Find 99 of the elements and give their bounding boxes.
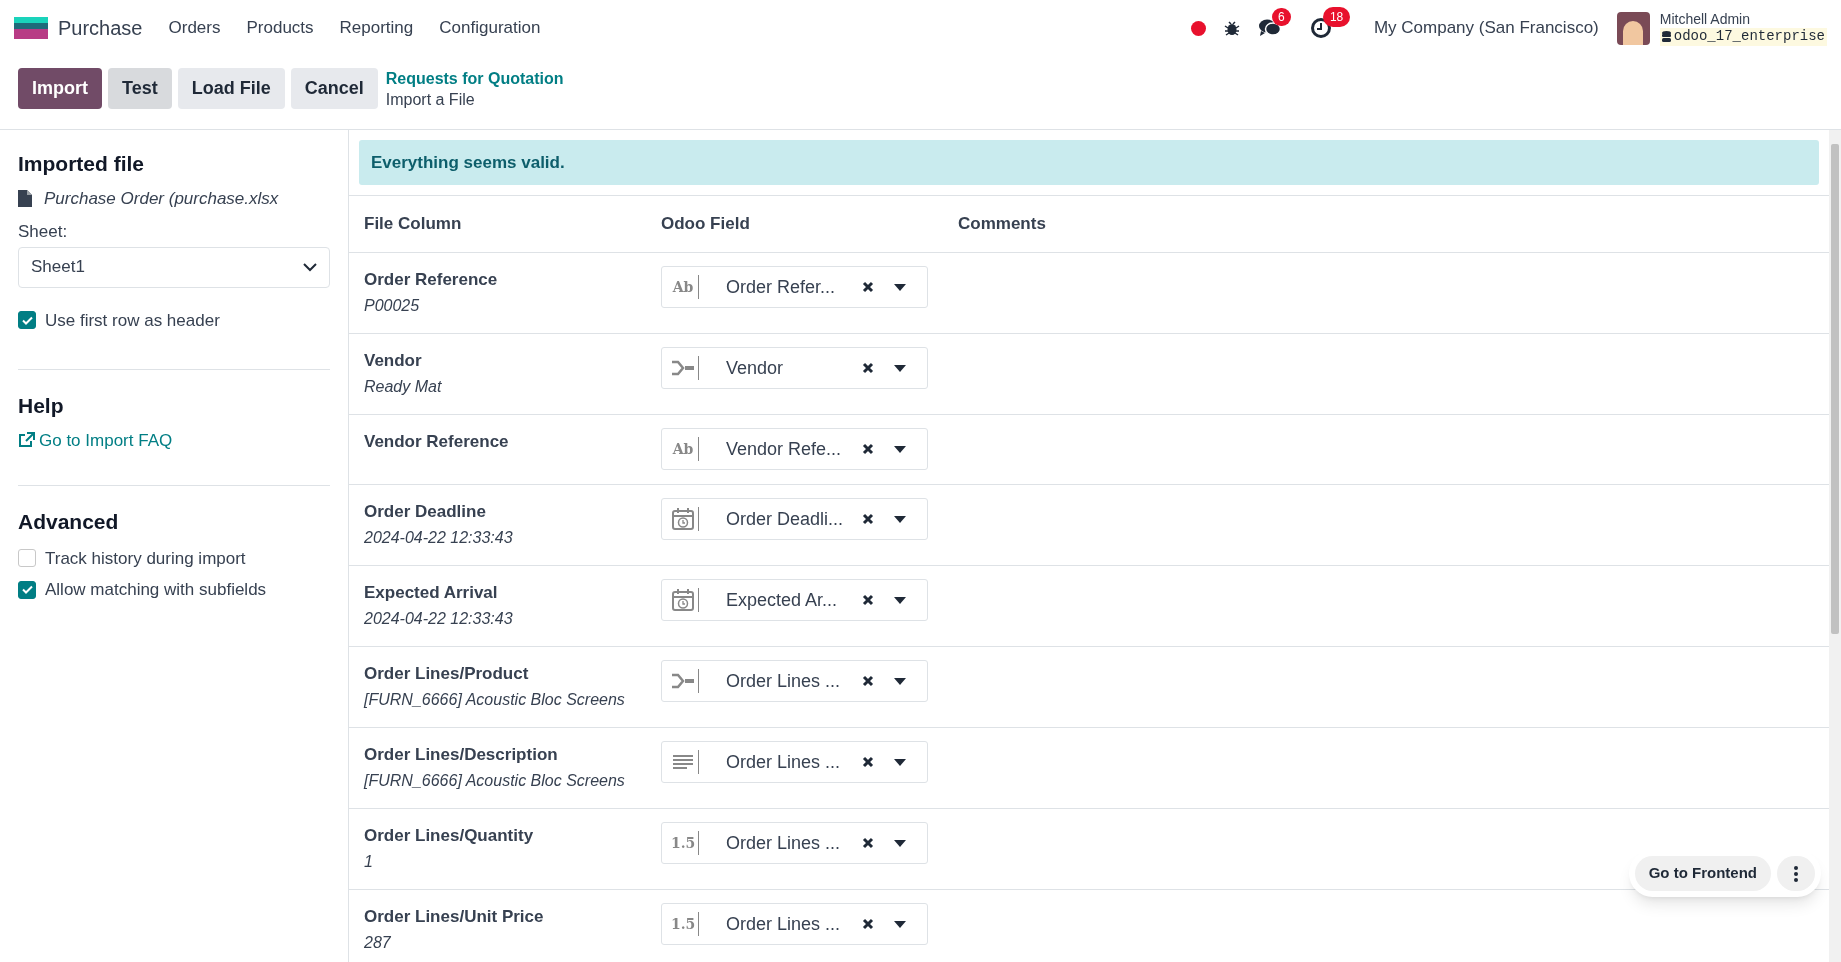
sample-value: 287 <box>364 933 392 953</box>
checkbox[interactable] <box>18 311 36 330</box>
bug-icon[interactable] <box>1223 20 1240 36</box>
field-type-label: Ab <box>671 277 695 297</box>
checkbox[interactable] <box>18 549 36 568</box>
odoo-field-select[interactable]: 1.5 Order Lines ... <box>661 822 928 864</box>
sample-value: 2024-04-22 12:33:43 <box>364 528 514 548</box>
database-icon <box>1661 31 1671 43</box>
file-column-name: Vendor Reference <box>364 431 510 453</box>
caret-icon[interactable] <box>894 758 906 766</box>
column-header: Comments <box>958 213 1046 236</box>
sample-value: Ready Mat <box>364 377 443 397</box>
user-name[interactable]: Mitchell Admin <box>1659 10 1827 28</box>
sample-value: 2024-04-22 12:33:43 <box>364 609 514 629</box>
clear-icon[interactable] <box>862 837 874 849</box>
success-alert: Everything seems valid. <box>359 140 1819 185</box>
action-button[interactable]: Load File <box>177 68 285 109</box>
clear-icon[interactable] <box>862 594 874 606</box>
database-name: odoo_17_enterprise <box>1673 28 1825 46</box>
file-column-name: Order Lines/Unit Price <box>364 906 545 928</box>
clear-icon[interactable] <box>862 918 874 930</box>
activity-count-badge: 18 <box>1322 7 1351 27</box>
odoo-field-select[interactable]: Order Lines ... <box>661 741 928 783</box>
clear-icon[interactable] <box>862 756 874 768</box>
clear-icon[interactable] <box>862 513 874 525</box>
clear-icon[interactable] <box>862 281 874 293</box>
file-icon <box>18 189 32 207</box>
odoo-field-select[interactable]: Expected Ar... <box>661 579 928 621</box>
sample-value: [FURN_6666] Acoustic Bloc Screens <box>364 771 626 791</box>
option-label[interactable]: Use first row as header <box>45 307 220 333</box>
field-type-label: 1.5 <box>671 914 695 934</box>
column-header: File Column <box>364 213 463 236</box>
breadcrumb-link[interactable]: Requests for Quotation <box>385 68 564 89</box>
caret-icon[interactable] <box>894 596 906 604</box>
sample-value: 1 <box>364 852 374 872</box>
odoo-field-select[interactable]: Ab Order Refer... <box>661 266 928 308</box>
menu-item[interactable]: Reporting <box>339 15 414 41</box>
checkbox[interactable] <box>18 580 36 599</box>
file-column-name: Expected Arrival <box>364 582 499 604</box>
go-to-frontend-button[interactable]: Go to Frontend <box>1634 856 1771 891</box>
field-type-label: Ab <box>671 439 695 459</box>
odoo-field-select[interactable]: Order Lines ... <box>661 660 928 702</box>
section-title: Imported file <box>18 151 145 177</box>
external-link-icon <box>18 432 35 449</box>
calendar-icon <box>671 588 695 612</box>
vertical-dots-icon <box>1794 865 1798 882</box>
relation-icon <box>671 673 695 689</box>
clear-icon[interactable] <box>862 443 874 455</box>
caret-icon[interactable] <box>894 283 906 291</box>
field-type-label: 1.5 <box>671 833 695 853</box>
file-column-name: Order Deadline <box>364 501 487 523</box>
file-column-name: Order Lines/Quantity <box>364 825 535 847</box>
faq-link[interactable]: Go to Import FAQ <box>18 427 330 453</box>
file-column-name: Order Reference <box>364 269 499 291</box>
more-options-button[interactable] <box>1777 856 1815 891</box>
checkmark-icon <box>21 315 33 325</box>
app-logo-icon[interactable] <box>14 17 48 39</box>
clear-icon[interactable] <box>862 362 874 374</box>
column-header: Odoo Field <box>661 213 751 236</box>
menu-item[interactable]: Orders <box>168 15 221 41</box>
file-column-name: Order Lines/Product <box>364 663 530 685</box>
clear-icon[interactable] <box>862 675 874 687</box>
option-label[interactable]: Allow matching with subfields <box>45 577 267 603</box>
sample-value: P00025 <box>364 296 421 316</box>
calendar-icon <box>671 507 695 531</box>
clock-icon[interactable] <box>1309 17 1332 39</box>
menu-item[interactable]: Products <box>246 15 314 41</box>
caret-icon[interactable] <box>894 364 906 372</box>
chevron-down-icon <box>303 262 317 272</box>
avatar-icon[interactable] <box>1616 11 1650 45</box>
caret-icon[interactable] <box>894 677 906 685</box>
text-lines-icon <box>672 754 694 770</box>
caret-icon[interactable] <box>894 920 906 928</box>
action-button[interactable]: Cancel <box>290 68 378 109</box>
action-button[interactable]: Test <box>108 68 172 109</box>
field-label: Sheet: <box>18 221 69 243</box>
file-name: Purchase Order (purchase.xlsx <box>44 187 279 210</box>
sheet-select[interactable]: Sheet1 <box>18 246 330 288</box>
section-title: Advanced <box>18 509 120 535</box>
checkmark-icon <box>21 585 33 595</box>
file-column-name: Vendor <box>364 350 423 372</box>
odoo-field-select[interactable]: 1.5 Order Lines ... <box>661 903 928 945</box>
action-button[interactable]: Import <box>18 68 102 109</box>
odoo-field-select[interactable]: Vendor <box>661 347 928 389</box>
caret-icon[interactable] <box>894 515 906 523</box>
page-title: Import a File <box>385 90 476 110</box>
odoo-field-select[interactable]: Ab Vendor Refe... <box>661 428 928 470</box>
file-column-name: Order Lines/Description <box>364 744 559 766</box>
caret-icon[interactable] <box>894 839 906 847</box>
section-title: Help <box>18 393 65 419</box>
option-label[interactable]: Track history during import <box>45 545 246 571</box>
message-count-badge: 6 <box>1271 8 1291 26</box>
caret-icon[interactable] <box>894 445 906 453</box>
sample-value: [FURN_6666] Acoustic Bloc Screens <box>364 690 626 710</box>
relation-icon <box>671 360 695 376</box>
company-switcher[interactable]: My Company (San Francisco) <box>1373 15 1599 41</box>
menu-item[interactable]: Configuration <box>439 15 541 41</box>
odoo-field-select[interactable]: Order Deadli... <box>661 498 928 540</box>
app-name[interactable]: Purchase <box>58 13 143 43</box>
